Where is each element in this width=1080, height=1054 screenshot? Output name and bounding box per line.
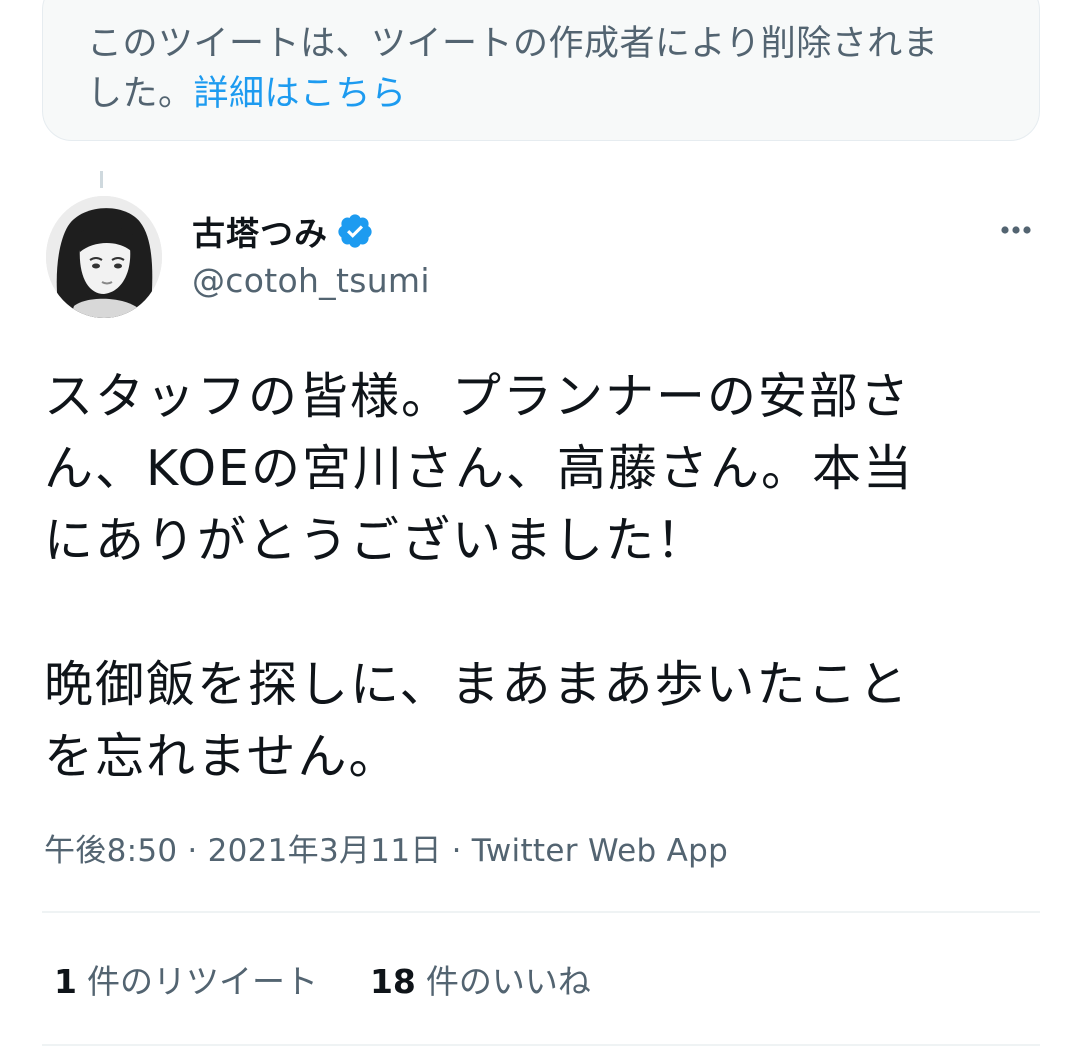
tweet-source: Twitter Web App (471, 833, 729, 869)
avatar-illustration-icon (46, 196, 162, 318)
likes-stat[interactable]: 18 件のいいね (370, 955, 591, 1003)
tweet-text: スタッフの皆様。プランナーの安部さ ん、KOEの宮川さん、高藤さん。本当 にあり… (44, 361, 1044, 793)
thread-connector-line (100, 171, 103, 188)
divider (42, 911, 1040, 913)
notice-text-line1: このツイートは、ツイートの作成者により削除されま (87, 24, 939, 64)
engagement-stats: 1 件のリツイート 18 件のいいね (54, 955, 591, 1003)
tweet-detail-page: このツイートは、ツイートの作成者により削除されま した。詳細はこちら 古塔つみ (0, 0, 1080, 1054)
avatar[interactable] (46, 196, 162, 318)
tweet-date[interactable]: 2021年3月11日 (208, 833, 442, 869)
likes-count: 18 (369, 962, 416, 1001)
more-options-icon[interactable] (996, 218, 1036, 242)
tweet-time[interactable]: 午後8:50 (44, 833, 177, 869)
display-name-row: 古塔つみ (192, 205, 430, 257)
tweet-text-line: 晩御飯を探しに、まあまあ歩いたこと (44, 656, 910, 713)
meta-separator: · (451, 833, 462, 869)
tweet-text-line: ん、KOEの宮川さん、高藤さん。本当 (44, 440, 914, 497)
author-display-name[interactable]: 古塔つみ (192, 207, 328, 255)
tweet-metadata: 午後8:50 · 2021年3月11日 · Twitter Web App (44, 825, 728, 870)
deleted-tweet-notice: このツイートは、ツイートの作成者により削除されま した。詳細はこちら (42, 0, 1040, 141)
learn-more-link[interactable]: 詳細はこちら (194, 74, 407, 114)
retweets-label: 件のリツイート (86, 962, 318, 1001)
notice-text-line2: した。 (87, 74, 194, 114)
verified-badge-icon (338, 214, 372, 248)
tweet-text-line: にありがとうございました！ (44, 512, 708, 569)
author-handle[interactable]: @cotoh_tsumi (192, 261, 430, 300)
notice-text-line2-row: した。詳細はこちら (87, 69, 999, 119)
divider (42, 1044, 1040, 1046)
meta-separator: · (187, 833, 198, 869)
retweets-count: 1 (54, 962, 77, 1001)
tweet-text-line: スタッフの皆様。プランナーの安部さ (44, 368, 912, 425)
tweet-text-line: を忘れません。 (44, 728, 400, 785)
likes-label: 件のいいね (425, 962, 591, 1001)
author-block[interactable]: 古塔つみ @cotoh_tsumi (192, 205, 430, 300)
retweets-stat[interactable]: 1 件のリツイート (54, 955, 318, 1003)
